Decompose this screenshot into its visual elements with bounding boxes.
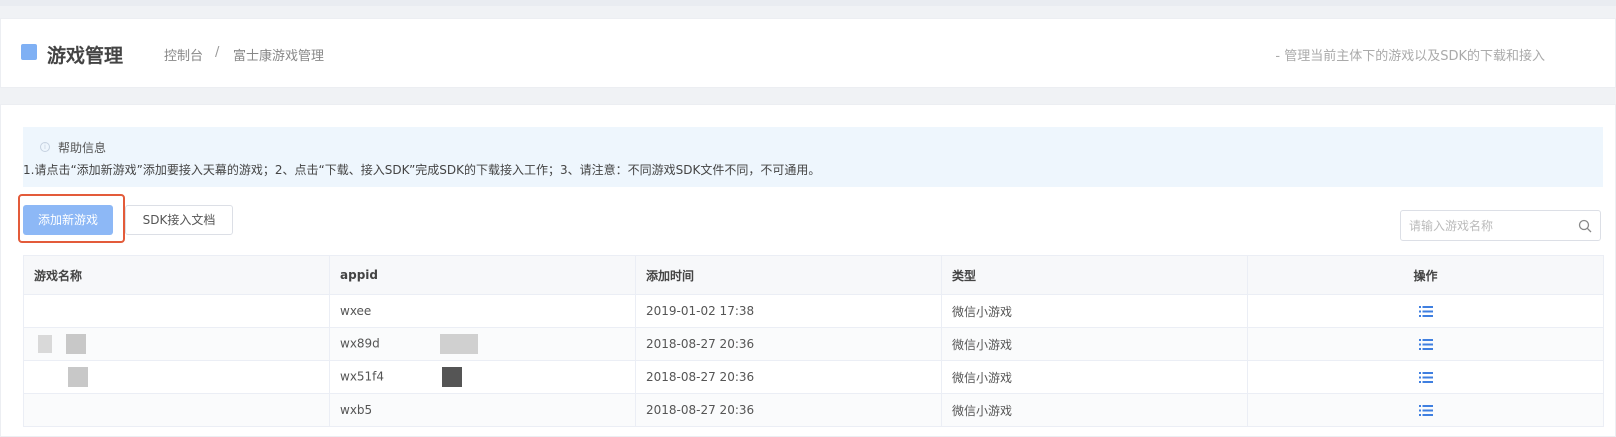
info-icon: i [40, 142, 50, 152]
table-row: wxb5 2018-08-27 20:36 微信小游戏 [23, 393, 1604, 427]
help-text: 1.请点击“添加新游戏”添加要接入天幕的游戏；2、点击“下载、接入SDK”完成S… [23, 163, 821, 177]
column-header-appid: appid [329, 255, 636, 295]
page-subtitle: - 管理当前主体下的游戏以及SDK的下载和接入 [1275, 49, 1545, 64]
appid-cell: wx51f4 [329, 360, 636, 394]
column-header-actions: 操作 [1247, 255, 1604, 295]
time-cell: 2018-08-27 20:36 [635, 327, 942, 361]
add-game-button[interactable]: 添加新游戏 [23, 205, 113, 235]
game-name-cell [23, 327, 330, 361]
search-input[interactable] [1409, 217, 1569, 235]
appid-value: wx89d [340, 336, 380, 351]
games-table: 游戏名称 appid 添加时间 类型 操作 wxee 2019-01-02 17… [23, 255, 1604, 427]
appid-value: wx51f4 [340, 369, 385, 384]
square-icon [21, 44, 37, 60]
table-header-row: 游戏名称 appid 添加时间 类型 操作 [23, 255, 1604, 295]
actions-cell [1247, 393, 1604, 427]
main-panel: i 帮助信息 1.请点击“添加新游戏”添加要接入天幕的游戏；2、点击“下载、接入… [0, 104, 1616, 437]
redacted-block [439, 334, 478, 354]
appid-value: wxee [340, 304, 372, 318]
appid-cell: wx89d [329, 327, 636, 361]
list-icon[interactable] [1418, 405, 1433, 416]
list-icon[interactable] [1418, 372, 1433, 383]
page-header: 游戏管理 控制台 / 富士康游戏管理 - 管理当前主体下的游戏以及SDK的下载和… [0, 18, 1616, 88]
redacted-block [66, 334, 86, 354]
column-header-time: 添加时间 [635, 255, 942, 295]
table-row: wxee 2019-01-02 17:38 微信小游戏 [23, 294, 1604, 328]
search-box [1400, 210, 1601, 241]
list-icon[interactable] [1418, 339, 1433, 350]
help-title: 帮助信息 [58, 141, 107, 155]
time-cell: 2018-08-27 20:36 [635, 393, 942, 427]
appid-value: wxb5 [340, 403, 373, 417]
type-cell: 微信小游戏 [941, 327, 1248, 361]
type-cell: 微信小游戏 [941, 360, 1248, 394]
search-icon[interactable] [1578, 219, 1592, 233]
actions-cell [1247, 360, 1604, 394]
game-name-cell [23, 360, 330, 394]
time-cell: 2019-01-02 17:38 [635, 294, 942, 328]
redacted-block [38, 335, 52, 353]
appid-cell: wxee [329, 294, 636, 328]
game-name-cell [23, 294, 330, 328]
redacted-block [442, 367, 463, 387]
sdk-doc-button[interactable]: SDK接入文档 [125, 205, 233, 235]
time-cell: 2018-08-27 20:36 [635, 360, 942, 394]
breadcrumb-separator: / [215, 45, 220, 60]
redacted-block [68, 367, 88, 387]
game-name-cell [23, 393, 330, 427]
breadcrumb-current: 富士康游戏管理 [233, 49, 325, 64]
actions-cell [1247, 327, 1604, 361]
table-row: wx51f4 2018-08-27 20:36 微信小游戏 [23, 360, 1604, 394]
top-strip [0, 0, 1616, 6]
type-cell: 微信小游戏 [941, 393, 1248, 427]
appid-cell: wxb5 [329, 393, 636, 427]
actions-cell [1247, 294, 1604, 328]
list-icon[interactable] [1418, 306, 1433, 317]
page-title: 游戏管理 [47, 45, 124, 67]
type-cell: 微信小游戏 [941, 294, 1248, 328]
help-box: i 帮助信息 1.请点击“添加新游戏”添加要接入天幕的游戏；2、点击“下载、接入… [23, 127, 1603, 187]
column-header-type: 类型 [941, 255, 1248, 295]
table-row: wx89d 2018-08-27 20:36 微信小游戏 [23, 327, 1604, 361]
breadcrumb-console[interactable]: 控制台 [164, 45, 203, 64]
column-header-name: 游戏名称 [23, 255, 330, 295]
